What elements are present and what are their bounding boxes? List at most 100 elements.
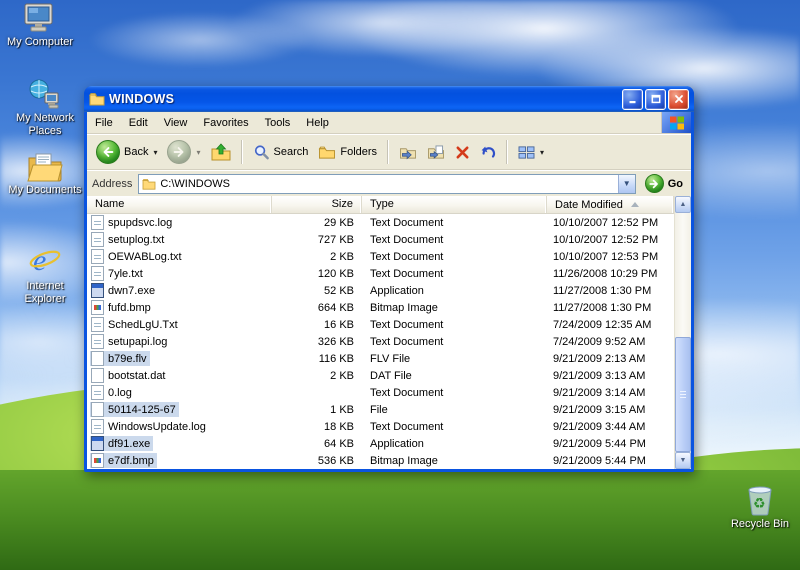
my-computer-icon <box>24 3 53 32</box>
file-row[interactable]: dwn7.exe 52 KB Application 11/27/2008 1:… <box>87 282 674 299</box>
file-name-box: OEWABLog.txt <box>90 249 185 264</box>
file-row[interactable]: WindowsUpdate.log 18 KB Text Document 9/… <box>87 418 674 435</box>
file-row[interactable]: 7yle.txt 120 KB Text Document 11/26/2008… <box>87 265 674 282</box>
menu-help[interactable]: Help <box>298 112 337 133</box>
column-header-name[interactable]: Name <box>87 196 272 213</box>
column-header-size[interactable]: Size <box>272 196 362 213</box>
file-row[interactable]: SchedLgU.Txt 16 KB Text Document 7/24/20… <box>87 316 674 333</box>
file-size: 18 KB <box>324 420 354 433</box>
file-type: Text Document <box>370 250 444 263</box>
desktop-icon-my-network-places[interactable]: My Network Places <box>7 78 83 138</box>
file-row[interactable]: setupapi.log 326 KB Text Document 7/24/2… <box>87 333 674 350</box>
desktop-icon-internet-explorer[interactable]: e Internet Explorer <box>7 242 83 306</box>
file-name-box: 7yle.txt <box>90 266 146 281</box>
file-name-box: df91.exe <box>90 436 154 451</box>
file-name: 7yle.txt <box>108 267 143 280</box>
menu-view[interactable]: View <box>156 112 196 133</box>
file-name: 0.log <box>108 386 132 399</box>
go-button[interactable]: Go <box>642 174 686 193</box>
menu-file[interactable]: File <box>87 112 121 133</box>
undo-button[interactable] <box>476 142 500 162</box>
file-date-modified: 9/21/2009 3:13 AM <box>553 369 646 382</box>
menu-bar: File Edit View Favorites Tools Help <box>87 112 691 134</box>
file-name: OEWABLog.txt <box>108 250 182 263</box>
file-name: spupdsvc.log <box>108 216 173 229</box>
file-list-area: Name Size Type Date Modified spupdsvc.lo… <box>87 196 691 469</box>
file-row[interactable]: OEWABLog.txt 2 KB Text Document 10/10/20… <box>87 248 674 265</box>
svg-text:♻: ♻ <box>753 496 766 512</box>
file-date-modified: 11/27/2008 1:30 PM <box>553 284 652 297</box>
column-header-type[interactable]: Type <box>362 196 547 213</box>
file-type: Text Document <box>370 233 444 246</box>
file-row[interactable]: setuplog.txt 727 KB Text Document 10/10/… <box>87 231 674 248</box>
copy-to-button[interactable] <box>423 143 449 162</box>
close-button[interactable] <box>668 88 689 110</box>
folders-button[interactable]: Folders <box>314 143 381 162</box>
file-row[interactable]: bootstat.dat 2 KB DAT File 9/21/2009 3:1… <box>87 367 674 384</box>
file-name: df91.exe <box>108 437 151 450</box>
file-name-box: fufd.bmp <box>90 300 154 315</box>
desktop-icon-my-computer[interactable]: My Computer <box>2 2 78 49</box>
my-network-places-icon <box>29 79 59 109</box>
file-row[interactable]: df91.exe 64 KB Application 9/21/2009 5:4… <box>87 435 674 452</box>
minimize-button[interactable] <box>622 88 643 110</box>
file-size: 664 KB <box>317 301 354 314</box>
undo-icon <box>481 146 496 158</box>
copy-to-icon <box>428 144 445 159</box>
file-row[interactable]: 0.log Text Document 9/21/2009 3:14 AM <box>87 384 674 401</box>
back-dropdown-icon: ▾ <box>153 147 158 157</box>
file-name: dwn7.exe <box>108 284 156 297</box>
desktop[interactable]: My Computer My Network Places My Documen… <box>0 0 800 570</box>
scrollbar-thumb[interactable] <box>675 337 691 452</box>
file-date-modified: 10/10/2007 12:52 PM <box>553 216 659 229</box>
titlebar[interactable]: WINDOWS <box>84 86 694 112</box>
desktop-icon-recycle-bin[interactable]: ♻ Recycle Bin <box>722 482 798 531</box>
file-type-icon <box>91 232 104 247</box>
file-name: WindowsUpdate.log <box>108 420 206 433</box>
file-size: 2 KB <box>330 250 354 263</box>
file-type-icon <box>91 300 104 315</box>
file-type: Application <box>370 437 424 450</box>
folders-icon <box>318 146 336 159</box>
recycle-bin-icon: ♻ <box>748 486 772 516</box>
file-row[interactable]: e7df.bmp 536 KB Bitmap Image 9/21/2009 5… <box>87 452 674 469</box>
file-date-modified: 9/21/2009 5:44 PM <box>553 437 646 450</box>
window-folder-icon <box>89 93 105 106</box>
file-size: 1 KB <box>330 403 354 416</box>
up-button[interactable] <box>207 141 235 163</box>
back-button[interactable]: Back ▾ <box>92 138 161 166</box>
menu-favorites[interactable]: Favorites <box>195 112 256 133</box>
delete-button[interactable] <box>451 143 474 162</box>
toolbar-separator <box>240 140 243 164</box>
file-type: Bitmap Image <box>370 454 438 467</box>
menu-tools[interactable]: Tools <box>257 112 299 133</box>
file-row[interactable]: spupdsvc.log 29 KB Text Document 10/10/2… <box>87 214 674 231</box>
scroll-up-button[interactable]: ▲ <box>675 196 691 213</box>
list-header: Name Size Type Date Modified <box>87 196 674 214</box>
address-combo[interactable]: C:\WINDOWS ▼ <box>138 173 636 194</box>
file-size: 326 KB <box>317 335 354 348</box>
file-name-box: WindowsUpdate.log <box>90 419 209 434</box>
file-type: Text Document <box>370 335 444 348</box>
file-date-modified: 7/24/2009 12:35 AM <box>553 318 652 331</box>
toolbar-separator <box>506 140 509 164</box>
up-folder-icon <box>211 143 230 161</box>
scroll-down-button[interactable]: ▼ <box>675 452 691 469</box>
maximize-button[interactable] <box>645 88 666 110</box>
menu-edit[interactable]: Edit <box>121 112 156 133</box>
forward-button[interactable]: ▾ <box>163 138 204 166</box>
search-label: Search <box>273 146 309 158</box>
file-row[interactable]: 50114-125-67 1 KB File 9/21/2009 3:15 AM <box>87 401 674 418</box>
desktop-icon-my-documents[interactable]: My Documents <box>7 152 83 197</box>
views-button[interactable]: ▾ <box>514 143 548 162</box>
file-type-icon <box>91 317 104 332</box>
scrollbar-track[interactable] <box>675 213 691 452</box>
file-row[interactable]: b79e.flv 116 KB FLV File 9/21/2009 2:13 … <box>87 350 674 367</box>
column-header-date-modified[interactable]: Date Modified <box>547 196 674 213</box>
search-button[interactable]: Search <box>249 142 313 163</box>
file-row[interactable]: fufd.bmp 664 KB Bitmap Image 11/27/2008 … <box>87 299 674 316</box>
address-dropdown-button[interactable]: ▼ <box>617 174 635 193</box>
grass-background <box>0 470 800 570</box>
address-bar: Address C:\WINDOWS ▼ Go <box>87 170 691 196</box>
move-to-button[interactable] <box>395 143 421 162</box>
